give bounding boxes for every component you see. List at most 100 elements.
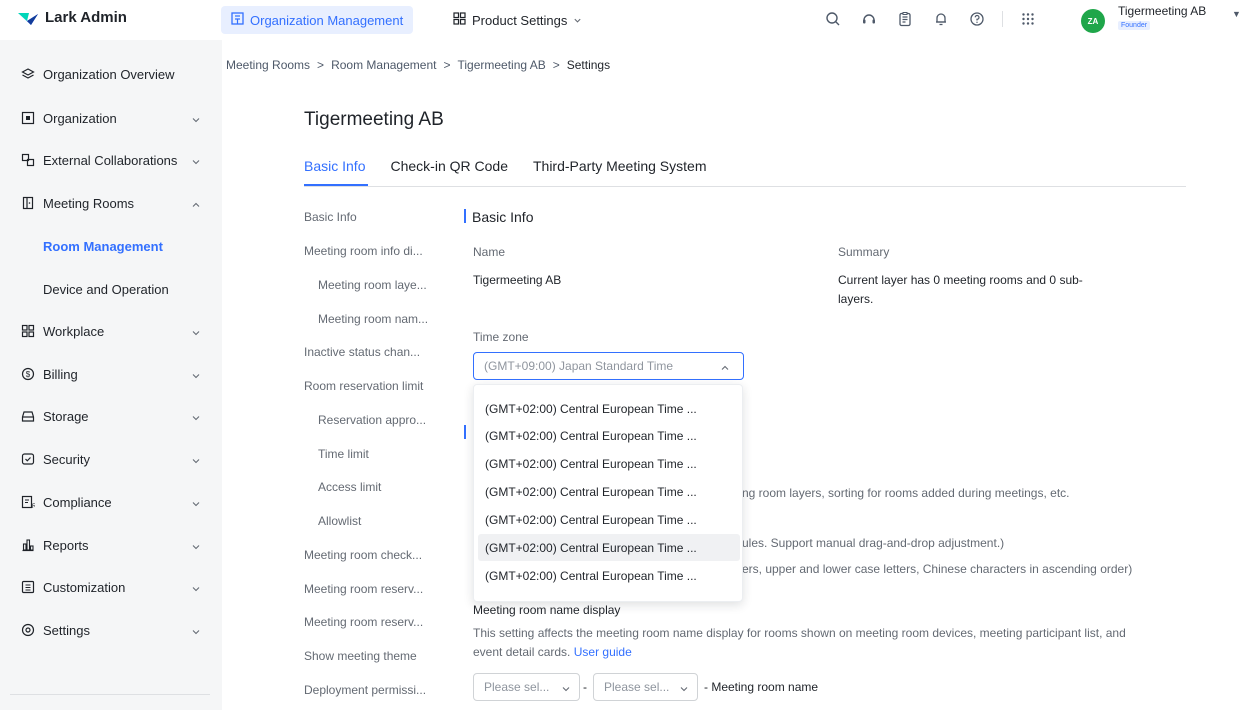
name-display-select-1[interactable]: Please sel... bbox=[473, 673, 580, 701]
chevron-down-icon bbox=[191, 369, 201, 379]
anchor-basic-info[interactable]: Basic Info bbox=[304, 210, 357, 224]
reports-icon bbox=[21, 538, 35, 552]
timezone-option[interactable]: (GMT+02:00) Central European Time ... bbox=[478, 395, 740, 422]
anchor-inactive-status[interactable]: Inactive status chan... bbox=[304, 345, 420, 359]
sidebar-item-storage[interactable]: Storage bbox=[0, 396, 222, 436]
svg-text:$: $ bbox=[26, 370, 31, 379]
sidebar-item-label: External Collaborations bbox=[43, 152, 178, 168]
name-display-title: Meeting room name display bbox=[473, 603, 621, 617]
sidebar-item-compliance[interactable]: R Compliance bbox=[0, 482, 222, 522]
user-name[interactable]: Tigermeeting AB bbox=[1118, 4, 1206, 18]
name-label: Name bbox=[473, 245, 506, 259]
caret-down-icon[interactable]: ▼ bbox=[1232, 9, 1241, 19]
tab-basic-info[interactable]: Basic Info bbox=[304, 158, 365, 174]
user-role-badge: Founder bbox=[1118, 21, 1151, 30]
chevron-down-icon bbox=[191, 113, 201, 123]
sidebar: Organization Overview Organization Exter… bbox=[0, 40, 222, 710]
sidebar-item-reports[interactable]: Reports bbox=[0, 525, 222, 565]
chevron-down-icon bbox=[573, 13, 582, 28]
timezone-select[interactable]: (GMT+09:00) Japan Standard Time bbox=[473, 352, 744, 380]
breadcrumb-item[interactable]: Room Management bbox=[331, 58, 436, 72]
anchor-reservation-approval[interactable]: Reservation appro... bbox=[318, 413, 426, 427]
sidebar-item-settings[interactable]: Settings bbox=[0, 610, 222, 650]
product-settings-icon bbox=[453, 12, 466, 28]
tabs-divider bbox=[304, 186, 1186, 187]
anchor-meeting-room-reservation-1[interactable]: Meeting room reserv... bbox=[304, 582, 423, 596]
svg-text:R: R bbox=[32, 504, 35, 509]
breadcrumb-item[interactable]: Meeting Rooms bbox=[226, 58, 310, 72]
shield-icon bbox=[21, 452, 35, 466]
sidebar-item-customization[interactable]: Customization bbox=[0, 567, 222, 607]
sidebar-subitem-room-management[interactable]: Room Management bbox=[43, 239, 163, 254]
top-bar: Lark Admin Organization Management Produ… bbox=[0, 0, 1251, 40]
avatar[interactable]: ZA bbox=[1081, 9, 1105, 33]
timezone-option[interactable]: (GMT+02:00) Central European Time ... bbox=[478, 478, 740, 505]
sidebar-subitem-device-and-operation[interactable]: Device and Operation bbox=[43, 282, 169, 297]
billing-icon: $ bbox=[21, 367, 35, 381]
chevron-down-icon bbox=[191, 411, 201, 421]
sidebar-item-workplace[interactable]: Workplace bbox=[0, 311, 222, 351]
notes-icon[interactable] bbox=[894, 8, 916, 30]
apps-grid-icon[interactable] bbox=[1017, 8, 1039, 30]
user-guide-link[interactable]: User guide bbox=[574, 645, 632, 659]
storage-icon bbox=[21, 409, 35, 423]
timezone-dropdown: (GMT+02:00) Central European Time ... (G… bbox=[473, 384, 743, 602]
timezone-option[interactable]: (GMT+02:00) Central European Time ... bbox=[478, 450, 740, 477]
bell-icon[interactable] bbox=[930, 8, 952, 30]
anchor-access-limit[interactable]: Access limit bbox=[318, 480, 381, 494]
chevron-up-icon bbox=[720, 362, 730, 372]
breadcrumb-item[interactable]: Tigermeeting AB bbox=[457, 58, 545, 72]
chevron-down-icon bbox=[191, 497, 201, 507]
timezone-option[interactable]: (GMT+02:00) Central European Time ... bbox=[478, 506, 740, 533]
customization-icon bbox=[21, 580, 35, 594]
sidebar-item-meeting-rooms[interactable]: Meeting Rooms bbox=[0, 183, 222, 223]
sidebar-item-label: Security bbox=[43, 451, 90, 467]
name-display-select-2[interactable]: Please sel... bbox=[593, 673, 698, 701]
anchor-meeting-room-info-display[interactable]: Meeting room info di... bbox=[304, 244, 423, 258]
timezone-option[interactable]: (GMT+02:00) Central European Time ... bbox=[478, 422, 740, 449]
anchor-allowlist[interactable]: Allowlist bbox=[318, 514, 361, 528]
sidebar-item-external-collaborations[interactable]: External Collaborations bbox=[0, 140, 222, 180]
header-icons bbox=[822, 8, 1039, 30]
chevron-down-icon bbox=[191, 155, 201, 165]
tab-product-settings[interactable]: Product Settings bbox=[443, 6, 592, 34]
tab-check-in-qr-code[interactable]: Check-in QR Code bbox=[390, 158, 508, 174]
name-display-suffix: - Meeting room name bbox=[704, 680, 819, 694]
anchor-deployment-permissions[interactable]: Deployment permissi... bbox=[304, 683, 426, 697]
name-display-description-2: event detail cards. User guide bbox=[473, 645, 632, 659]
tab-third-party-meeting-system[interactable]: Third-Party Meeting System bbox=[533, 158, 707, 174]
sidebar-item-billing[interactable]: $ Billing bbox=[0, 354, 222, 394]
anchor-meeting-room-reservation-2[interactable]: Meeting room reserv... bbox=[304, 615, 423, 629]
sidebar-item-label: Meeting Rooms bbox=[43, 195, 135, 211]
help-icon[interactable] bbox=[966, 8, 988, 30]
anchor-meeting-room-name[interactable]: Meeting room nam... bbox=[318, 312, 428, 326]
anchor-time-limit[interactable]: Time limit bbox=[318, 447, 369, 461]
section-accent-bar bbox=[464, 425, 466, 439]
sidebar-item-security[interactable]: Security bbox=[0, 439, 222, 479]
breadcrumb-current: Settings bbox=[566, 58, 611, 72]
brand-logo[interactable]: Lark Admin bbox=[17, 9, 127, 26]
sidebar-item-organization-overview[interactable]: Organization Overview bbox=[0, 54, 222, 94]
anchor-meeting-room-layer[interactable]: Meeting room laye... bbox=[318, 278, 427, 292]
summary-value-line2: layers. bbox=[838, 292, 874, 306]
timezone-option[interactable]: (GMT+02:00) Central European Time ... bbox=[478, 562, 740, 589]
door-icon bbox=[21, 196, 35, 210]
timezone-option-hovered[interactable]: (GMT+02:00) Central European Time ... bbox=[478, 534, 740, 561]
separator-dash: - bbox=[583, 680, 587, 694]
support-icon[interactable] bbox=[858, 8, 880, 30]
tab-organization-management[interactable]: Organization Management bbox=[221, 6, 414, 34]
org-icon bbox=[21, 111, 35, 125]
hidden-description-1: ng room layers, sorting for rooms added … bbox=[742, 486, 1070, 500]
sidebar-item-organization[interactable]: Organization bbox=[0, 98, 222, 138]
anchor-show-meeting-theme[interactable]: Show meeting theme bbox=[304, 649, 417, 663]
anchor-room-reservation-limit[interactable]: Room reservation limit bbox=[304, 379, 423, 393]
external-icon bbox=[21, 153, 35, 167]
breadcrumb-separator: > bbox=[443, 58, 451, 72]
anchor-meeting-room-check-in[interactable]: Meeting room check... bbox=[304, 548, 422, 562]
breadcrumb: Meeting Rooms > Room Management > Tigerm… bbox=[226, 58, 610, 72]
grid-icon bbox=[21, 324, 35, 338]
layers-icon bbox=[21, 67, 35, 81]
search-icon[interactable] bbox=[822, 8, 844, 30]
sidebar-item-label: Settings bbox=[43, 622, 90, 638]
sidebar-item-label: Reports bbox=[43, 537, 89, 553]
